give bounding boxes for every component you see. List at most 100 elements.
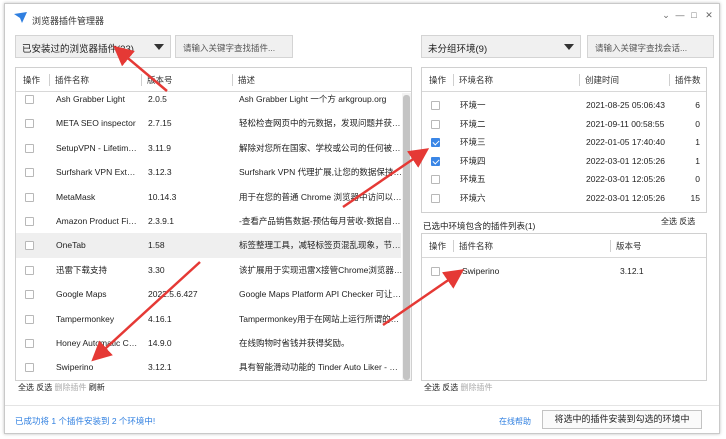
col-plugin-name[interactable]: 插件名称 xyxy=(453,240,493,252)
env-name: 环境六 xyxy=(460,193,486,203)
plugin-version: 2022.5.6.427 xyxy=(148,289,198,300)
minimize-icon[interactable]: — xyxy=(673,10,687,20)
plugin-row[interactable]: MetaMask 10.14.3 用于在您的普通 Chrome 浏览器中访问以太..… xyxy=(16,185,403,209)
plugins-in-env-title: 已选中环境包含的插件列表(1) xyxy=(423,221,536,231)
plugin-name: Tampermonkey xyxy=(56,313,115,324)
env-row[interactable]: 环境三 2022-01-05 17:40:40 1 xyxy=(422,133,706,152)
plugin-row[interactable]: Tampermonkey 4.16.1 Tampermonkey用于在网站上运行所谓… xyxy=(16,307,403,331)
invert-selection-link[interactable]: 反选 xyxy=(36,383,52,392)
row-checkbox[interactable] xyxy=(25,192,34,202)
env-name: 环境三 xyxy=(460,137,486,148)
env-created: 2022-03-01 12:05:26 xyxy=(586,174,665,185)
refresh-link[interactable]: 刷新 xyxy=(89,383,105,392)
row-checkbox[interactable] xyxy=(25,290,34,300)
select-all-link[interactable]: 全选 xyxy=(18,383,34,392)
plugin-row[interactable]: Google Maps 2022.5.6.427 Google Maps Platf… xyxy=(16,282,403,306)
env-checkbox[interactable] xyxy=(431,138,440,148)
invert-selection-link[interactable]: 反选 xyxy=(442,383,458,392)
env-row[interactable]: 环境一 2021-08-25 05:06:43 6 xyxy=(422,96,706,115)
plugin-description: 在线购物时省钱并获得奖励。 xyxy=(239,338,350,348)
col-desc[interactable]: 描述 xyxy=(232,74,255,86)
col-version[interactable]: 版本号 xyxy=(141,74,173,86)
row-checkbox[interactable] xyxy=(25,168,34,178)
env-invert-link[interactable]: 反选 xyxy=(679,217,695,226)
plugin-row[interactable]: Swiperino 3.12.1 具有智能滑动功能的 Tinder Auto Lik… xyxy=(16,355,403,379)
plugin-row[interactable]: Amazon Product Find... 2.3.9.1 -查看产品销售数据-预… xyxy=(16,209,403,233)
env-name: 环境七 xyxy=(460,208,570,213)
plugin-row[interactable]: META SEO inspector 2.7.15 轻松检查网页中的元数据，发现问题… xyxy=(16,111,403,135)
env-group-dropdown[interactable]: 未分组环境(9) xyxy=(421,35,581,58)
col-name[interactable]: 插件名称 xyxy=(49,74,89,86)
env-row[interactable]: 环境二 2021-09-11 00:58:55 0 xyxy=(422,115,706,134)
plugin-name: OneTab xyxy=(56,240,86,251)
env-row[interactable]: 环境七 2022-03-01 12:05:27 0 xyxy=(422,208,706,213)
env-plugin-row[interactable]: Swiperino 3.12.1 xyxy=(422,259,706,283)
plugin-table-scrollbar[interactable] xyxy=(402,93,411,380)
env-plugin-table-header: 操作 插件名称 版本号 xyxy=(422,234,706,258)
env-checkbox[interactable] xyxy=(431,156,440,166)
plugin-name: Amazon Product Find... xyxy=(56,216,138,226)
delete-plugin-link: 删除插件 xyxy=(460,383,493,392)
env-row[interactable]: 环境六 2022-03-01 12:05:26 15 xyxy=(422,189,706,208)
env-row[interactable]: 环境五 2022-03-01 12:05:26 0 xyxy=(422,170,706,189)
installed-plugins-pane: 已安装过的浏览器插件(23) 请输入关键字查找插件... 操作 插件名称 版本号… xyxy=(15,35,412,401)
env-name: 环境五 xyxy=(460,174,486,185)
plugin-search-input[interactable]: 请输入关键字查找插件... xyxy=(175,35,293,58)
row-checkbox[interactable] xyxy=(25,314,34,324)
env-checkbox[interactable] xyxy=(431,119,440,129)
col-count[interactable]: 插件数 xyxy=(669,74,701,86)
select-all-link[interactable]: 全选 xyxy=(424,383,440,392)
env-checkbox[interactable] xyxy=(431,101,440,110)
env-name: 环境二 xyxy=(460,118,486,129)
plugin-version: 2.3.9.1 xyxy=(148,216,174,226)
row-checkbox[interactable] xyxy=(25,265,34,275)
env-plugin-count: 15 xyxy=(690,193,700,203)
plugin-name: Google Maps xyxy=(56,289,107,300)
env-plugin-count: 1 xyxy=(695,155,700,166)
plugin-row[interactable]: Surfshark VPN Extens... 3.12.3 Surfshark V… xyxy=(16,160,403,184)
row-checkbox[interactable] xyxy=(25,241,34,251)
env-select-all-link[interactable]: 全选 xyxy=(661,217,677,226)
plugin-group-dropdown[interactable]: 已安装过的浏览器插件(23) xyxy=(15,35,171,58)
plugin-name: Swiperino xyxy=(462,266,500,276)
row-checkbox[interactable] xyxy=(25,363,34,373)
col-env-name[interactable]: 环境名称 xyxy=(453,74,493,86)
plugin-version: 4.16.1 xyxy=(148,313,172,324)
env-select-links: 全选 反选 xyxy=(661,216,695,227)
plugin-name: Honey Automatic Cou... xyxy=(56,338,138,348)
col-plugin-version[interactable]: 版本号 xyxy=(610,240,642,252)
env-created: 2022-03-01 12:05:27 xyxy=(586,208,671,213)
row-checkbox[interactable] xyxy=(25,217,34,226)
online-help-link[interactable]: 在线帮助 xyxy=(499,416,531,427)
env-row[interactable]: 环境四 2022-03-01 12:05:26 1 xyxy=(422,152,706,171)
plugin-description: 该扩展用于实现迅雷X接管Chrome浏览器的下载... xyxy=(239,264,403,275)
plugin-version: 3.12.3 xyxy=(148,167,172,178)
col-op: 操作 xyxy=(429,75,447,85)
row-checkbox[interactable] xyxy=(25,339,34,348)
install-to-env-button[interactable]: 将选中的插件安装到勾选的环境中 xyxy=(542,410,702,429)
env-checkbox[interactable] xyxy=(431,175,440,185)
plugin-row[interactable]: Honey Automatic Cou... 14.9.0 在线购物时省钱并获得奖励… xyxy=(16,331,401,355)
plugin-name: Surfshark VPN Extens... xyxy=(56,167,138,178)
row-checkbox[interactable] xyxy=(25,119,34,129)
close-icon[interactable]: ✕ xyxy=(702,10,716,21)
dropdown-menu-icon[interactable]: ⌄ xyxy=(659,10,673,21)
scrollbar-thumb[interactable] xyxy=(403,95,410,380)
plugin-row[interactable]: SetupVPN - Lifetime F... 3.11.9 解除对您所在国家、学… xyxy=(16,136,403,160)
env-search-input[interactable]: 请输入关键字查找会话... xyxy=(587,35,714,58)
plugin-version: 14.9.0 xyxy=(148,338,172,348)
env-checkbox[interactable] xyxy=(431,194,440,203)
env-created: 2021-08-25 05:06:43 xyxy=(586,100,665,110)
plugin-row[interactable]: OneTab 1.58 标签整理工具，减轻标签页混乱现象，节省内存 xyxy=(16,233,403,258)
maximize-icon[interactable]: □ xyxy=(687,10,701,20)
row-checkbox[interactable] xyxy=(25,95,34,104)
env-group-label: 未分组环境(9) xyxy=(428,44,488,55)
row-checkbox[interactable] xyxy=(25,143,34,153)
plugin-row[interactable]: 迅雷下载支持 3.30 该扩展用于实现迅雷X接管Chrome浏览器的下载... xyxy=(16,258,403,282)
plugin-description: Tampermonkey用于在网站上运行所谓的用户脚本 xyxy=(239,313,403,324)
plugin-row[interactable]: Ash Grabber Light 2.0.5 Ash Grabber Light … xyxy=(16,87,401,111)
col-created[interactable]: 创建时间 xyxy=(579,74,619,86)
plugin-version: 3.12.1 xyxy=(148,362,172,373)
col-op: 操作 xyxy=(429,241,447,251)
row-checkbox[interactable] xyxy=(431,267,440,276)
